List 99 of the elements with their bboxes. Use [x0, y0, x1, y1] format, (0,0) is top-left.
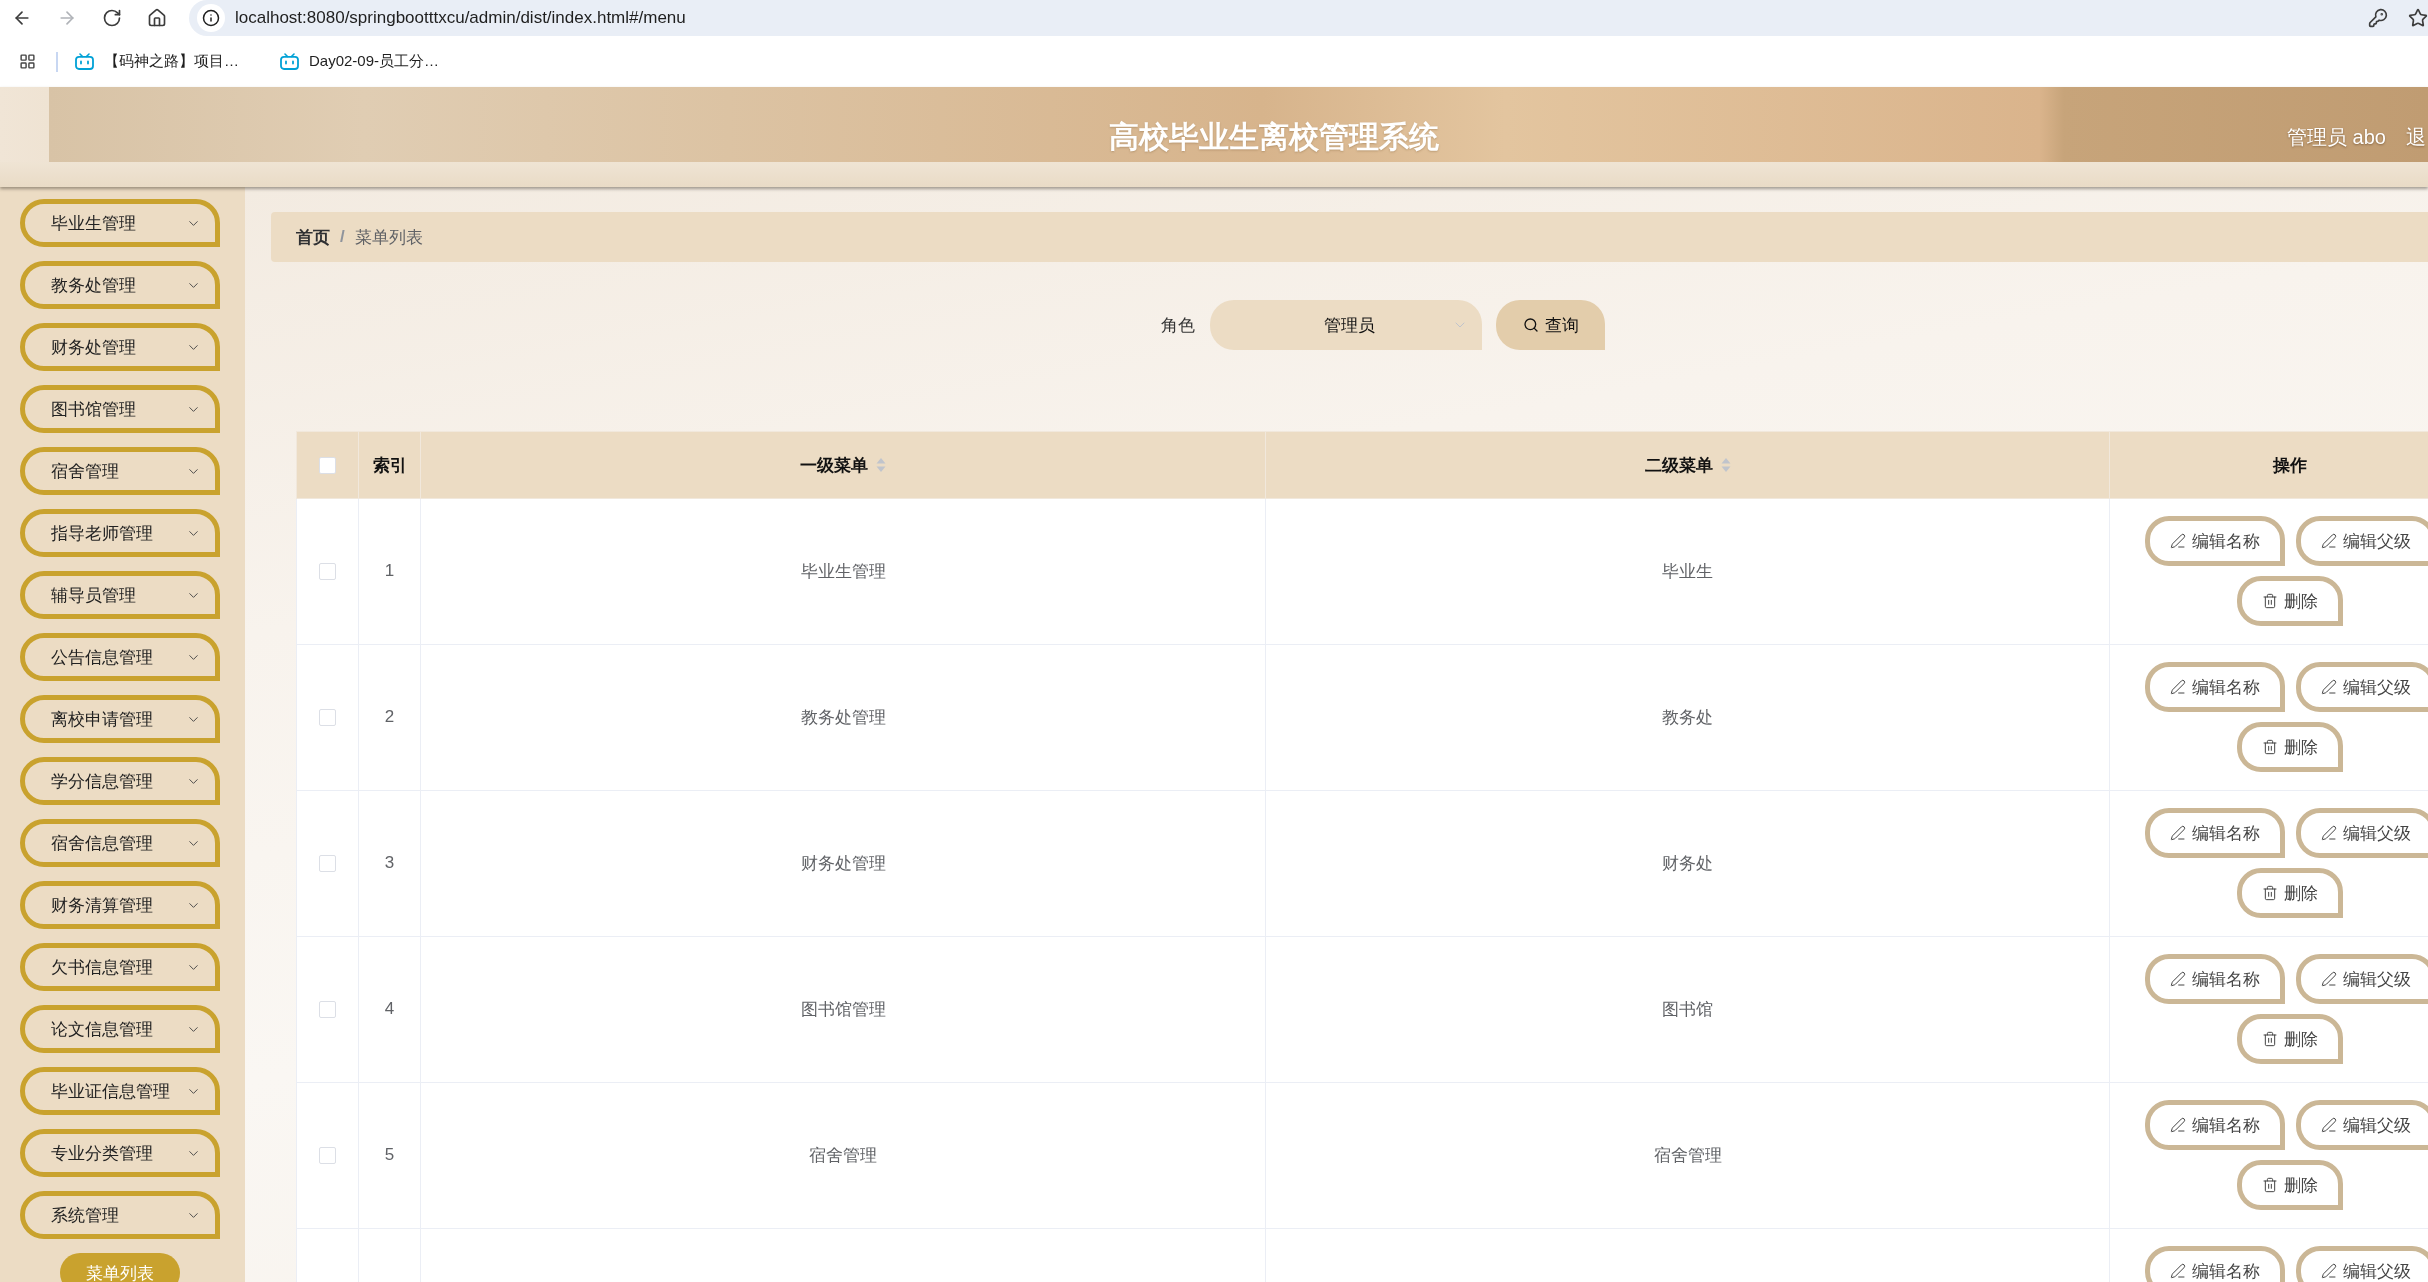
edit-button[interactable]: 编辑名称 [2144, 516, 2285, 566]
role-select[interactable]: 管理员 [1210, 300, 1482, 350]
table-cell: 宿舍管理 [809, 1145, 877, 1165]
search-icon [1522, 317, 1539, 333]
checkbox[interactable] [319, 855, 336, 873]
edit-button[interactable]: 编辑父级 [2295, 808, 2428, 858]
sidebar-menu-item[interactable]: 离校申请管理 [20, 695, 220, 743]
address-bar[interactable]: localhost:8080/springbootttxcu/admin/dist/index.html#/menu [189, 0, 2428, 36]
table-cell: 教务处管理 [800, 707, 886, 727]
pencil-icon [2169, 1117, 2186, 1133]
user-name: 管理员 abo [2287, 124, 2386, 150]
sidebar-menu-item[interactable]: 财务清算管理 [20, 881, 220, 929]
apps-grid-icon[interactable] [19, 53, 36, 70]
tv-icon [280, 53, 299, 70]
edit-button[interactable]: 编辑名称 [2144, 662, 2285, 712]
edit-button[interactable]: 编辑名称 [2144, 954, 2285, 1004]
breadcrumb-separator: / [340, 227, 345, 247]
delete-button[interactable]: 删除 [2237, 1160, 2343, 1210]
pencil-icon [2320, 1263, 2337, 1279]
reload-icon[interactable] [102, 8, 122, 28]
row-index: 3 [384, 853, 395, 872]
row-index: 5 [384, 1145, 395, 1164]
table-cell: 财务处 [1662, 853, 1713, 873]
sidebar-menu-item[interactable]: 毕业生管理 [20, 199, 220, 247]
row-index: 4 [384, 999, 395, 1018]
checkbox[interactable] [319, 1147, 336, 1165]
sidebar-menu-item[interactable]: 论文信息管理 [20, 1005, 220, 1053]
key-icon[interactable] [2368, 8, 2388, 28]
sidebar-menu-item[interactable]: 指导老师管理 [20, 509, 220, 557]
row-index: 1 [384, 561, 395, 580]
checkbox[interactable] [319, 1001, 336, 1019]
row-index: 2 [384, 707, 395, 726]
trash-icon [2262, 885, 2278, 901]
pencil-icon [2169, 971, 2186, 987]
table-cell: 教务处 [1662, 707, 1713, 727]
column-header[interactable]: 二级菜单 [1644, 455, 1713, 475]
sidebar-menu-item[interactable]: 公告信息管理 [20, 633, 220, 681]
sidebar-menu-item[interactable]: 教务处管理 [20, 261, 220, 309]
pencil-icon [2320, 971, 2337, 987]
pencil-icon [2169, 533, 2186, 549]
trash-icon [2262, 1031, 2278, 1047]
checkbox[interactable] [319, 563, 336, 581]
sidebar-menu-item[interactable]: 宿舍管理 [20, 447, 220, 495]
breadcrumb-current: 菜单列表 [354, 226, 423, 249]
table-cell: 图书馆 [1662, 999, 1713, 1019]
system-title: 高校毕业生离校管理系统 [1109, 118, 1439, 155]
column-header: 操作 [2273, 455, 2307, 475]
sort-icon[interactable] [876, 457, 886, 473]
star-icon[interactable] [2408, 8, 2428, 28]
table-cell: 图书馆管理 [800, 999, 886, 1019]
delete-button[interactable]: 删除 [2237, 576, 2343, 626]
pencil-icon [2320, 533, 2337, 549]
sidebar-menu-item[interactable]: 宿舍信息管理 [20, 819, 220, 867]
edit-button[interactable]: 编辑父级 [2295, 516, 2428, 566]
pencil-icon [2169, 825, 2186, 841]
edit-button[interactable]: 编辑父级 [2295, 1100, 2428, 1150]
pencil-icon [2320, 1117, 2337, 1133]
sidebar-menu-item[interactable]: 辅导员管理 [20, 571, 220, 619]
edit-button[interactable]: 编辑父级 [2295, 662, 2428, 712]
bookmark-link[interactable]: 【码神之路】项目… [67, 48, 247, 75]
edit-button[interactable]: 编辑名称 [2144, 1100, 2285, 1150]
pencil-icon [2320, 679, 2337, 695]
url-text[interactable]: localhost:8080/springbootttxcu/admin/dist/index.html#/menu [235, 8, 686, 28]
breadcrumb-link[interactable]: 首页 [296, 225, 330, 249]
delete-button[interactable]: 删除 [2237, 868, 2343, 918]
edit-button[interactable]: 编辑父级 [2295, 1246, 2428, 1282]
sidebar-menu-item[interactable]: 系统管理 [20, 1191, 220, 1239]
pencil-icon [2169, 679, 2186, 695]
bookmark-link[interactable]: Day02-09-员工分… [272, 48, 448, 75]
sort-icon[interactable] [1720, 457, 1731, 473]
trash-icon [2262, 593, 2278, 609]
edit-button[interactable]: 编辑名称 [2144, 1246, 2285, 1282]
table-cell: 财务处管理 [800, 853, 886, 873]
sidebar-menu-item[interactable]: 毕业证信息管理 [20, 1067, 220, 1115]
tv-icon [75, 53, 94, 70]
search-button[interactable]: 查询 [1496, 300, 1605, 350]
search-label: 角色 [1161, 314, 1195, 337]
sidebar-menu-item[interactable]: 欠书信息管理 [20, 943, 220, 991]
sidebar-menu-item[interactable]: 专业分类管理 [20, 1129, 220, 1177]
delete-button[interactable]: 删除 [2237, 722, 2343, 772]
pencil-icon [2320, 825, 2337, 841]
trash-icon [2262, 1177, 2278, 1193]
table-cell: 宿舍管理 [1653, 1145, 1722, 1165]
sidebar-menu-item[interactable]: 学分信息管理 [20, 757, 220, 805]
table-cell: 毕业生管理 [800, 561, 886, 581]
sidebar-menu-item[interactable]: 图书馆管理 [20, 385, 220, 433]
column-header: 索引 [372, 455, 407, 475]
info-icon[interactable] [197, 4, 225, 32]
edit-button[interactable]: 编辑名称 [2144, 808, 2285, 858]
edit-button[interactable]: 编辑父级 [2295, 954, 2428, 1004]
column-header[interactable]: 一级菜单 [800, 455, 868, 475]
home-icon[interactable] [147, 8, 167, 28]
checkbox[interactable] [319, 709, 336, 727]
sidebar-menu-item[interactable]: 财务处管理 [20, 323, 220, 371]
pencil-icon [2169, 1263, 2186, 1279]
table-cell: 毕业生 [1662, 561, 1713, 581]
delete-button[interactable]: 删除 [2237, 1014, 2343, 1064]
checkbox[interactable] [319, 457, 336, 475]
trash-icon [2262, 739, 2278, 755]
